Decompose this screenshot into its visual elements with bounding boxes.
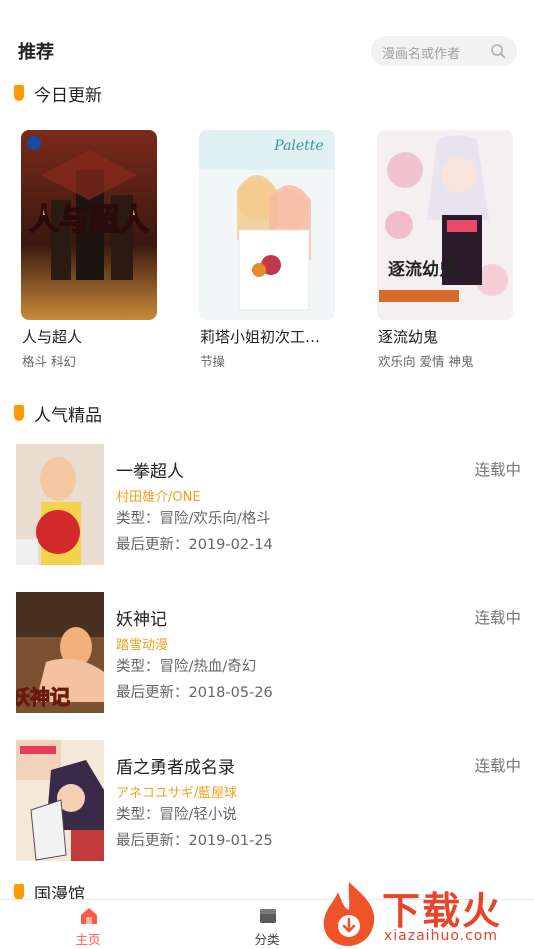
cover-art: 人与超人: [21, 130, 157, 320]
tab-label: 主页: [75, 932, 101, 947]
manga-cover[interactable]: 人与超人: [21, 130, 157, 320]
flame-icon: [323, 882, 375, 946]
cover-title: 逐流幼鬼: [388, 259, 456, 280]
manga-cover[interactable]: Palette: [199, 130, 335, 320]
manga-name: 妖神记: [116, 610, 167, 630]
manga-thumbnail[interactable]: 妖神记: [16, 592, 104, 713]
watermark-url: xiazaihuo.com: [384, 928, 498, 944]
thumbnail-art: 妖神记: [16, 592, 104, 713]
manga-author: 踏雪动漫: [116, 638, 169, 653]
list-item[interactable]: 妖神记 妖神记 踏雪动漫 类型：冒险/热血/奇幻 最后更新：2018-05-26…: [0, 592, 534, 714]
manga-title[interactable]: 人与超人: [22, 326, 82, 347]
watermark-logo: 下载火 xiazaihuo.com: [316, 878, 534, 949]
manga-author: アネコユサギ/藍屋球: [116, 786, 238, 801]
tab-home[interactable]: 主页: [53, 900, 123, 949]
section-title: 人气精品: [34, 406, 102, 426]
manga-card[interactable]: Palette 莉塔小姐初次工… 节操: [199, 130, 337, 369]
page-title: 推荐: [18, 42, 54, 63]
manga-tags: 格斗 科幻: [22, 354, 76, 369]
cover-title: 妖神记: [16, 685, 70, 709]
manga-name: 一拳超人: [116, 462, 184, 482]
cover-title: 人与超人: [29, 203, 149, 238]
manga-author: 村田雄介/ONE: [116, 490, 201, 505]
section-title: 今日更新: [34, 86, 102, 106]
tab-category[interactable]: 分类: [232, 900, 302, 949]
list-item[interactable]: 一拳超人 村田雄介/ONE 类型：冒险/欢乐向/格斗 最后更新：2019-02-…: [0, 444, 534, 566]
section-popular: 人气精品: [0, 400, 534, 428]
manga-tags: 节操: [200, 354, 226, 369]
thumbnail-art: [16, 444, 104, 565]
manga-tags: 欢乐向 爱情 神鬼: [378, 354, 474, 369]
cover-title: Palette: [273, 138, 323, 154]
status-badge: 连载中: [474, 609, 521, 627]
cover-art: 逐流幼鬼: [377, 130, 513, 320]
category-icon: [260, 909, 276, 923]
manga-updated: 最后更新：2019-02-14: [116, 537, 273, 553]
manga-name: 盾之勇者成名录: [116, 758, 235, 778]
manga-thumbnail[interactable]: [16, 740, 104, 861]
manga-genre: 类型：冒险/轻小说: [116, 807, 237, 823]
cover-art: Palette: [199, 130, 335, 320]
section-marker: [14, 884, 24, 900]
section-today: 今日更新: [0, 80, 534, 108]
search-input[interactable]: 漫画名或作者: [371, 36, 517, 66]
manga-updated: 最后更新：2019-01-25: [116, 833, 273, 849]
search-icon[interactable]: [490, 43, 506, 59]
section-marker: [14, 405, 24, 421]
manga-genre: 类型：冒险/欢乐向/格斗: [116, 511, 271, 527]
section-marker: [14, 85, 24, 101]
manga-card[interactable]: 逐流幼鬼 逐流幼鬼 欢乐向 爱情 神鬼: [377, 130, 515, 369]
status-badge: 连载中: [474, 461, 521, 479]
manga-title[interactable]: 逐流幼鬼: [378, 326, 438, 347]
list-item[interactable]: 盾之勇者成名录 アネコユサギ/藍屋球 类型：冒险/轻小说 最后更新：2019-0…: [0, 740, 534, 862]
thumbnail-art: [16, 740, 104, 861]
manga-title[interactable]: 莉塔小姐初次工…: [200, 326, 320, 347]
watermark-text: 下载火: [382, 889, 503, 933]
search-placeholder: 漫画名或作者: [382, 47, 461, 62]
home-icon: [81, 908, 97, 924]
manga-updated: 最后更新：2018-05-26: [116, 685, 273, 701]
manga-card[interactable]: 人与超人 人与超人 格斗 科幻: [21, 130, 159, 369]
status-badge: 连载中: [474, 757, 521, 775]
header: 推荐 漫画名或作者: [0, 0, 534, 76]
manga-genre: 类型：冒险/热血/奇幻: [116, 659, 257, 675]
manga-cover[interactable]: 逐流幼鬼: [377, 130, 513, 320]
manga-thumbnail[interactable]: [16, 444, 104, 565]
tab-label: 分类: [254, 932, 280, 947]
